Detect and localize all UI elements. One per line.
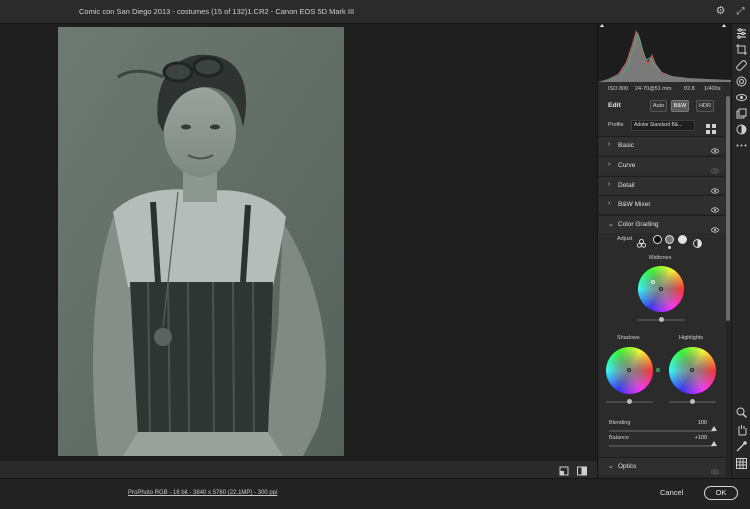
- snapshots-icon[interactable]: [735, 123, 748, 136]
- edit-icon[interactable]: [735, 27, 748, 40]
- link-icon[interactable]: [656, 368, 660, 372]
- window-title: Comic con San Diego 2013 - costumes (15 …: [79, 7, 355, 16]
- midtones-luminance-knob[interactable]: [659, 317, 664, 322]
- section-basic[interactable]: › Basic: [599, 136, 725, 154]
- section-color-grading[interactable]: ⌄ Color Grading: [599, 215, 725, 233]
- selected-indicator-icon: [668, 246, 671, 249]
- chevron-right-icon: ›: [608, 161, 611, 168]
- panel-scrollbar[interactable]: [726, 96, 730, 476]
- midtones-view-icon[interactable]: [665, 235, 674, 244]
- preview-photo: [58, 27, 344, 456]
- section-optics-label: Optics: [618, 463, 637, 470]
- hand-icon[interactable]: [735, 423, 748, 436]
- eye-icon[interactable]: [711, 142, 719, 154]
- profile-row: Profile Adobe Standard B&...: [598, 119, 726, 134]
- redeye-icon[interactable]: [735, 91, 748, 104]
- title-bar: Comic con San Diego 2013 - costumes (15 …: [0, 0, 750, 24]
- histogram: [598, 24, 731, 82]
- profile-browser-icon[interactable]: [706, 121, 716, 134]
- edit-title: Edit: [608, 102, 621, 109]
- chevron-right-icon: ›: [608, 200, 611, 207]
- section-detail-label: Detail: [618, 182, 635, 189]
- color-grading-panel: Adjust Midtones Shadows Highlights Blend…: [599, 234, 725, 460]
- workflow-options-link[interactable]: ProPhoto RGB - 16 bit - 3840 x 5760 (22.…: [128, 490, 277, 496]
- aperture-value: f/2.8: [684, 86, 695, 92]
- shadows-label: Shadows: [617, 335, 640, 341]
- profile-label: Profile: [608, 122, 624, 128]
- chevron-down-icon: ⌄: [608, 221, 614, 228]
- exif-info: ISO 800 24-70@51 mm f/2.8 1/400s: [598, 83, 731, 95]
- highlights-label: Highlights: [679, 335, 704, 341]
- eye-icon[interactable]: [711, 221, 719, 233]
- midtones-wheel[interactable]: [638, 266, 684, 312]
- midtones-label: Midtones: [649, 255, 672, 261]
- edit-header: Edit Auto B&W HDR: [598, 96, 726, 116]
- section-detail[interactable]: › Detail: [599, 176, 725, 194]
- canvas-toolbar: [0, 460, 597, 478]
- lens-value: 24-70@51 mm: [635, 86, 672, 92]
- chevron-right-icon: ›: [608, 141, 611, 148]
- section-curve[interactable]: › Curve: [599, 156, 725, 174]
- blending-slider[interactable]: [609, 430, 715, 432]
- iso-value: ISO 800: [608, 86, 629, 92]
- shutter-value: 1/400s: [704, 86, 721, 92]
- presets-icon[interactable]: [735, 107, 748, 120]
- highlights-wheel[interactable]: [669, 347, 716, 394]
- tool-strip: [731, 24, 750, 478]
- highlights-luminance-knob[interactable]: [690, 399, 695, 404]
- section-bw-mixer-label: B&W Mixer: [618, 201, 651, 208]
- eye-icon[interactable]: [711, 463, 719, 475]
- section-color-grading-label: Color Grading: [618, 221, 659, 228]
- shadow-clipping-icon: [600, 24, 604, 27]
- shadows-view-icon[interactable]: [653, 235, 662, 244]
- single-view-icon[interactable]: [558, 464, 570, 476]
- balance-slider[interactable]: [609, 445, 715, 447]
- before-after-icon[interactable]: [576, 464, 588, 476]
- fullscreen-icon[interactable]: ⤢: [734, 5, 747, 18]
- balance-value[interactable]: +100: [683, 435, 707, 441]
- blending-thumb[interactable]: [711, 426, 717, 431]
- hdr-button[interactable]: HDR: [696, 100, 714, 112]
- zoom-icon[interactable]: [735, 406, 748, 419]
- highlight-clipping-icon: [722, 24, 726, 27]
- panel-scroll-thumb[interactable]: [726, 96, 730, 321]
- ok-button[interactable]: OK: [704, 486, 738, 500]
- grid-icon[interactable]: [735, 457, 748, 470]
- shadows-wheel[interactable]: [606, 347, 653, 394]
- section-optics[interactable]: ⌄ Optics: [599, 457, 725, 475]
- eye-icon[interactable]: [711, 162, 719, 174]
- profile-select[interactable]: Adobe Standard B&...: [631, 120, 695, 131]
- highlights-view-icon[interactable]: [678, 235, 687, 244]
- gear-icon[interactable]: ⚙: [714, 5, 727, 18]
- balance-label: Balance: [609, 435, 629, 441]
- three-way-icon[interactable]: [636, 235, 647, 248]
- bw-button[interactable]: B&W: [671, 100, 689, 112]
- auto-button[interactable]: Auto: [650, 100, 667, 112]
- chevron-down-icon: ⌄: [608, 463, 614, 470]
- eye-icon[interactable]: [711, 182, 719, 194]
- masking-icon[interactable]: [735, 75, 748, 88]
- adjust-label: Adjust: [617, 236, 633, 242]
- chevron-right-icon: ›: [608, 181, 611, 188]
- global-view-icon[interactable]: [693, 235, 702, 248]
- blending-value[interactable]: 100: [683, 420, 707, 426]
- section-basic-label: Basic: [618, 142, 634, 149]
- image-canvas[interactable]: [0, 24, 597, 460]
- cancel-button[interactable]: Cancel: [660, 488, 683, 497]
- edit-panel: ISO 800 24-70@51 mm f/2.8 1/400s Edit Au…: [597, 24, 731, 478]
- more-icon[interactable]: [735, 139, 748, 152]
- crop-icon[interactable]: [735, 43, 748, 56]
- shadows-luminance-knob[interactable]: [627, 399, 632, 404]
- section-curve-label: Curve: [618, 162, 636, 169]
- color-sampler-icon[interactable]: [735, 440, 748, 453]
- balance-thumb[interactable]: [711, 441, 717, 446]
- section-bw-mixer[interactable]: › B&W Mixer: [599, 195, 725, 213]
- healing-icon[interactable]: [735, 59, 748, 72]
- footer-bar: ProPhoto RGB - 16 bit - 3840 x 5760 (22.…: [0, 478, 750, 509]
- camera-raw-window: Comic con San Diego 2013 - costumes (15 …: [0, 0, 750, 509]
- blending-label: Blending: [609, 420, 631, 426]
- eye-icon[interactable]: [711, 201, 719, 213]
